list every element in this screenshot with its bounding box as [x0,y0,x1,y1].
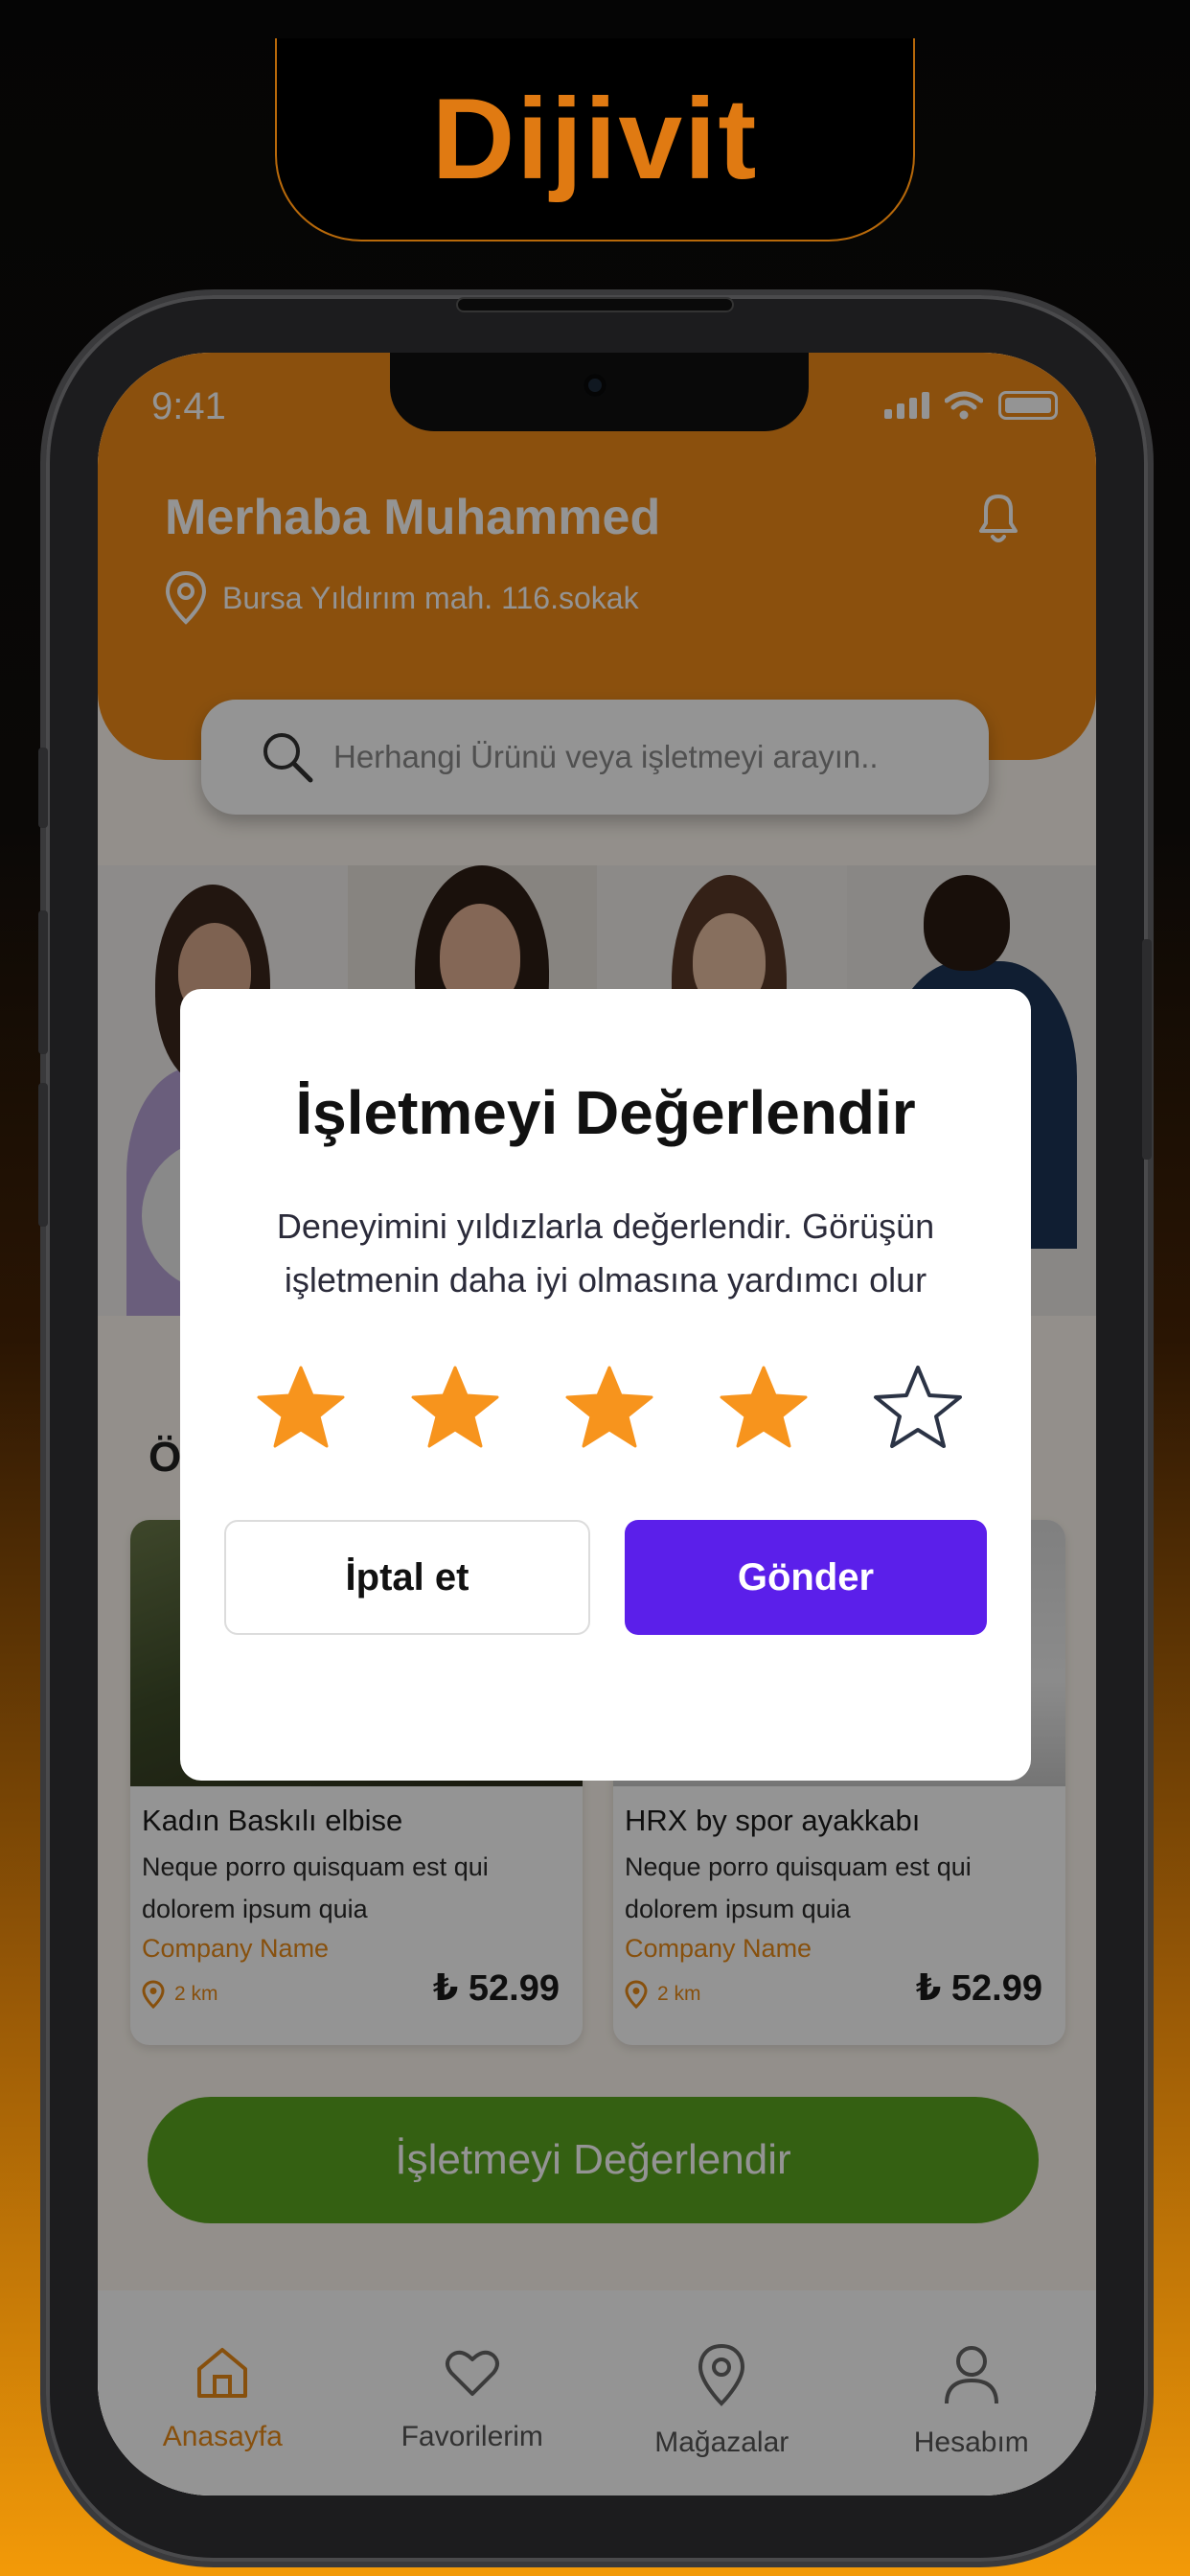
dialog-description: Deneyimini yıldızlarla değerlendir. Görü… [276,1207,935,1300]
brand-banner: Dijivit [275,38,915,242]
star-filled-icon[interactable] [563,1363,655,1451]
star-filled-icon[interactable] [409,1363,501,1451]
rating-dialog: İşletmeyi Değerlendir Deneyimini yıldızl… [180,989,1031,1781]
earpiece-speaker [456,297,734,312]
mute-switch [38,748,48,828]
power-button [1142,939,1152,1160]
brand-title: Dijivit [431,75,759,203]
app-screen: 9:41 Merhaba Muhammed Bursa Yıldırım mah… [98,353,1096,2496]
volume-up-button [38,910,48,1054]
star-empty-icon[interactable] [872,1363,964,1451]
star-rating [255,1363,964,1451]
submit-button[interactable]: Gönder [625,1520,987,1635]
dialog-title: İşletmeyi Değerlendir [295,1078,916,1147]
star-filled-icon[interactable] [718,1363,810,1451]
cancel-button[interactable]: İptal et [224,1520,590,1635]
star-filled-icon[interactable] [255,1363,347,1451]
volume-down-button [38,1083,48,1227]
